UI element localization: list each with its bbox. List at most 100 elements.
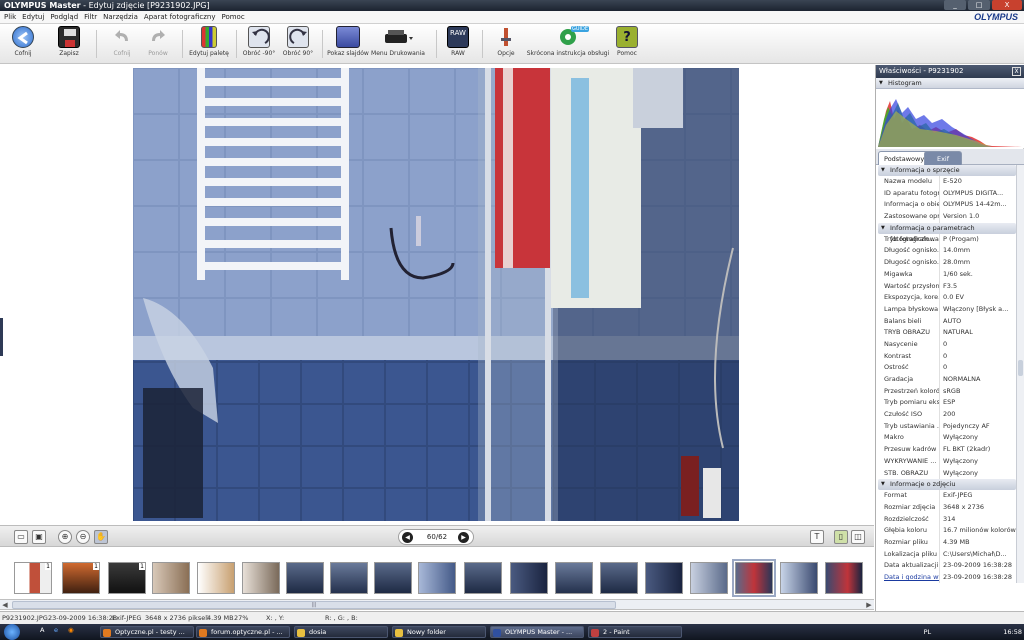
taskbar-item[interactable]: OLYMPUS Master - ...: [490, 626, 584, 638]
thumbnail[interactable]: [286, 562, 324, 594]
status-pixels: 3648 x 2736 pikseli: [145, 614, 209, 622]
property-key: Długość ognisko...: [876, 257, 940, 269]
thumbnail[interactable]: [690, 562, 728, 594]
thumbnail[interactable]: [780, 562, 818, 594]
close-panel-button[interactable]: X: [1012, 67, 1021, 76]
prev-image-button[interactable]: ◀: [402, 532, 413, 543]
thumbnail[interactable]: [645, 562, 683, 594]
property-group-header[interactable]: Informacja o parametrach fotograficzn...: [878, 222, 1016, 243]
property-value: F3.5: [943, 281, 958, 290]
language-indicator[interactable]: PL: [924, 628, 932, 636]
scroll-right-button[interactable]: ▶: [864, 600, 874, 610]
quick-launch-acrobat[interactable]: A: [40, 626, 44, 634]
quick-guide-button[interactable]: GUIDE Skrócona instrukcja obsługi: [526, 26, 610, 57]
taskbar-item[interactable]: forum.optyczne.pl - ...: [196, 626, 290, 638]
slideshow-button[interactable]: Pokaz slajdów: [326, 26, 370, 57]
options-button[interactable]: Opcje: [490, 26, 522, 57]
rotate-left-button[interactable]: Obróć -90°: [240, 26, 278, 57]
property-key: Data i godzina wykon...: [876, 572, 940, 583]
thumbnail[interactable]: [555, 562, 593, 594]
thumbnail[interactable]: [330, 562, 368, 594]
histogram-header[interactable]: Histogram: [876, 78, 1024, 89]
start-button[interactable]: [4, 624, 20, 640]
tab-podstawowy[interactable]: Podstawowy: [878, 151, 931, 165]
menu-edytuj[interactable]: Edytuj: [22, 13, 44, 21]
fit-screen-button[interactable]: ▭: [14, 530, 28, 544]
thumbnail[interactable]: [825, 562, 863, 594]
toolbar: Cofnij Zapisz Cofnij Ponów Edytuj paletę…: [0, 24, 1024, 64]
photo-preview[interactable]: [133, 68, 739, 521]
property-group-header[interactable]: Informacje o zdjęciu: [878, 479, 1016, 491]
taskbar-item-label: forum.optyczne.pl - ...: [211, 628, 283, 636]
single-view-button[interactable]: ▯: [834, 530, 848, 544]
undo-button[interactable]: Cofnij: [106, 26, 138, 57]
clock[interactable]: 16:58: [1003, 628, 1022, 636]
property-value: Pojedynczy AF: [943, 421, 990, 430]
compare-view-button[interactable]: ◫: [851, 530, 865, 544]
histogram: [876, 89, 1024, 149]
hand-tool-button[interactable]: ✋: [94, 530, 108, 544]
properties-scrollbar[interactable]: [1016, 165, 1024, 583]
image-pager: ◀ 60/62 ▶: [398, 529, 474, 545]
quick-launch-ie[interactable]: e: [54, 626, 58, 634]
next-image-button[interactable]: ▶: [458, 532, 469, 543]
scroll-left-button[interactable]: ◀: [0, 600, 10, 610]
back-button[interactable]: Cofnij: [6, 26, 40, 57]
property-key: Zastosowane opr...: [876, 211, 940, 223]
thumbnail[interactable]: [510, 562, 548, 594]
actual-size-button[interactable]: ▣: [32, 530, 46, 544]
taskbar-app-icon: [591, 629, 599, 637]
maximize-button[interactable]: □: [968, 0, 990, 10]
redo-button[interactable]: Ponów: [142, 26, 174, 57]
filmstrip-scrollbar[interactable]: ◀ ||| ▶: [0, 600, 874, 610]
property-row: Nazwa modelu E-520: [876, 176, 1016, 188]
thumbnail[interactable]: [152, 562, 190, 594]
property-key: Makro: [876, 432, 940, 445]
property-value: C:\Users\Michał\D...: [943, 549, 1007, 558]
status-xy: X: , Y:: [266, 614, 285, 622]
menu-aparat[interactable]: Aparat fotograficzny: [144, 13, 216, 21]
property-key: Długość ognisko...: [876, 245, 940, 258]
rotate-right-button[interactable]: Obróć 90°: [280, 26, 316, 57]
raw-button[interactable]: RAW RAW: [442, 26, 474, 57]
menu-filtr[interactable]: Filtr: [84, 13, 97, 21]
info-text-button[interactable]: T: [810, 530, 824, 544]
property-group-header[interactable]: Informacja o sprzęcie: [878, 165, 1016, 176]
toolbar-separator: [236, 30, 237, 58]
thumbnail[interactable]: [242, 562, 280, 594]
quick-launch-firefox[interactable]: ◉: [68, 626, 74, 634]
thumbnail[interactable]: [418, 562, 456, 594]
scroll-knob[interactable]: [1018, 360, 1023, 376]
thumbnail[interactable]: 1: [62, 562, 100, 594]
taskbar-item[interactable]: 2 - Paint: [588, 626, 682, 638]
menu-pomoc[interactable]: Pomoc: [221, 13, 244, 21]
thumbnail[interactable]: [464, 562, 502, 594]
zoom-out-button[interactable]: ⊖: [76, 530, 90, 544]
taskbar-item[interactable]: Optyczne.pl - testy ...: [100, 626, 194, 638]
property-value: OLYMPUS 14-42m...: [943, 200, 1007, 209]
thumbnail[interactable]: [374, 562, 412, 594]
menu-podglad[interactable]: Podgląd: [50, 13, 78, 21]
print-menu-button[interactable]: Menu Drukowania: [370, 26, 426, 57]
taskbar-item[interactable]: Nowy folder: [392, 626, 486, 638]
thumbnail-selected[interactable]: [732, 559, 776, 597]
left-panel-grip[interactable]: [0, 318, 3, 356]
property-row: Czułość ISO 200: [876, 409, 1016, 421]
help-button[interactable]: ? Pomoc: [612, 26, 642, 57]
tab-exif[interactable]: Exif: [924, 151, 962, 165]
menu-plik[interactable]: Plik: [4, 13, 16, 21]
edit-palette-button[interactable]: Edytuj paletę: [186, 26, 232, 57]
zoom-in-button[interactable]: ⊕: [58, 530, 72, 544]
thumbnail[interactable]: 1: [14, 562, 52, 594]
taskbar-item[interactable]: dosia: [294, 626, 388, 638]
status-datetime: 23-09-2009 16:38:28: [48, 614, 118, 622]
undo-icon: [111, 26, 133, 48]
thumbnail[interactable]: [600, 562, 638, 594]
thumbnail[interactable]: [197, 562, 235, 594]
scroll-thumb[interactable]: |||: [12, 601, 616, 609]
thumbnail[interactable]: 1: [108, 562, 146, 594]
menu-narzedzia[interactable]: Narzędzia: [103, 13, 138, 21]
close-button[interactable]: X: [992, 0, 1022, 10]
minimize-button[interactable]: _: [944, 0, 966, 10]
save-button[interactable]: Zapisz: [52, 26, 86, 57]
